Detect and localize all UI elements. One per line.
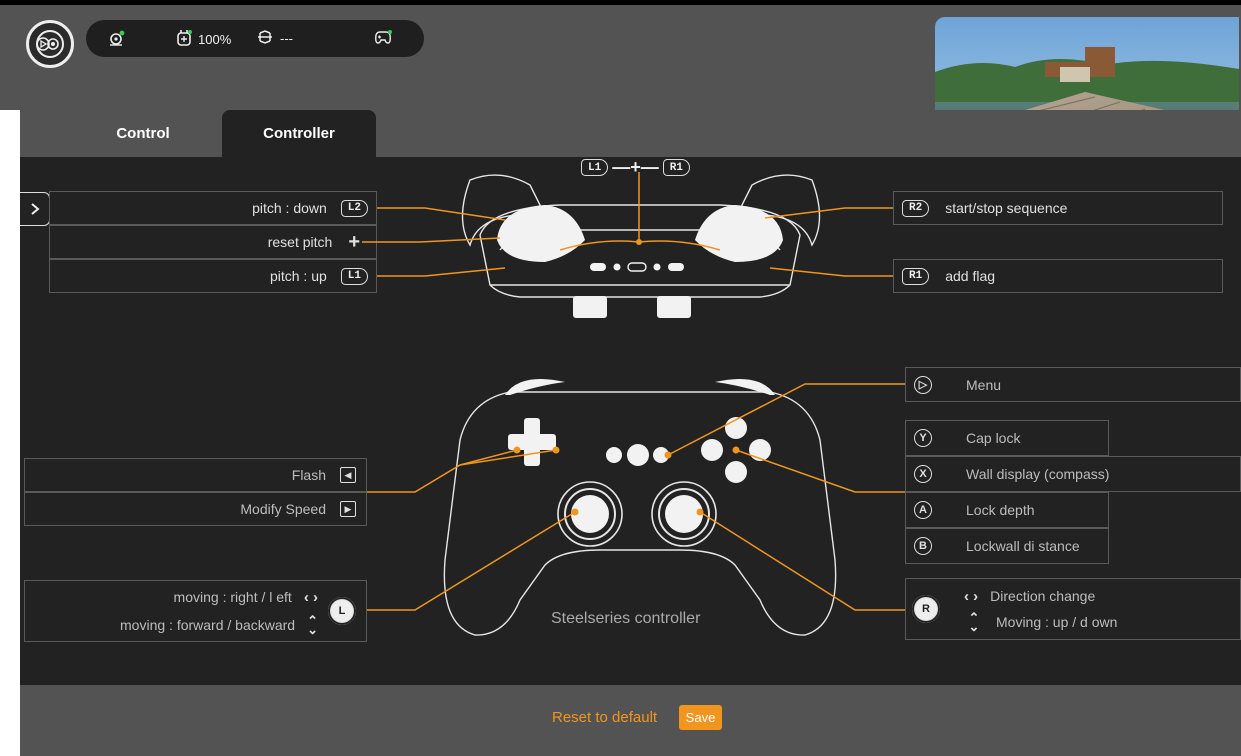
plus-icon: +	[348, 230, 360, 253]
save-button[interactable]: Save	[679, 705, 722, 730]
link-status: ---	[280, 31, 293, 46]
mapping-label: Menu	[966, 376, 1002, 393]
mapping-row-flash: Flash ◀	[24, 458, 367, 492]
dpad-right-icon: ▶	[340, 501, 356, 517]
mapping-row-right-stick: R ‹ › Direction change ⌃ ⌄ Moving : up / …	[905, 578, 1241, 640]
right-stick-icon: R	[912, 595, 940, 623]
controller-caption: Steelseries controller	[551, 610, 701, 627]
mapping-row-start-stop: R2 start/stop sequence	[893, 191, 1223, 225]
chevron-right-icon	[30, 203, 40, 215]
mapping-row-wall-display: X Wall display (compass)	[905, 456, 1241, 492]
window-edge	[0, 110, 20, 756]
mapping-label: moving : right / l eft	[173, 589, 292, 605]
battery-icon	[176, 29, 192, 50]
mapping-label: add flag	[945, 268, 996, 284]
mapping-label: Lock depth	[966, 502, 1035, 518]
mapping-row-left-stick: moving : right / l eft ‹ › moving : forw…	[24, 580, 367, 642]
sidebar-expand-button[interactable]	[20, 192, 50, 226]
reset-default-link[interactable]: Reset to default	[552, 709, 657, 726]
top-border	[0, 0, 1241, 5]
status-pill: 100% ---	[86, 20, 424, 57]
up-down-arrows-icon: ⌃ ⌄	[307, 612, 318, 637]
a-button-icon: A	[914, 501, 932, 519]
b-button-icon: B	[914, 537, 932, 555]
y-button-icon: Y	[914, 429, 932, 447]
plus-icon: —+—	[612, 157, 659, 177]
mapping-label: moving : forward / backward	[120, 616, 296, 633]
mapping-row-add-flag: R1 add flag	[893, 259, 1223, 293]
mapping-label: pitch : up	[269, 268, 327, 284]
mapping-label: start/stop sequence	[945, 200, 1068, 216]
gamepad-icon	[373, 29, 393, 45]
mapping-row-pitch-down: pitch : down L2	[49, 191, 377, 225]
left-right-arrows-icon: ‹ ›	[964, 587, 979, 605]
mapping-label: Modify Speed	[240, 501, 326, 517]
mapping-row-modify-speed: Modify Speed ▶	[24, 492, 367, 526]
mapping-row-pitch-up: pitch : up L1	[49, 259, 377, 293]
mapping-label: reset pitch	[267, 234, 333, 250]
mapping-row-reset-pitch: reset pitch +	[49, 225, 377, 259]
robot-status-icon	[108, 29, 126, 47]
logo-icon[interactable]	[26, 20, 74, 68]
l1-button-icon: L1	[340, 267, 368, 285]
r1-button-icon: R1	[662, 159, 690, 176]
mapping-label: Moving : up / d own	[996, 613, 1118, 630]
left-stick-icon: L	[328, 597, 356, 625]
menu-button-icon: ▷	[914, 375, 932, 394]
l1-button-icon: L1	[581, 159, 609, 176]
mapping-label: Wall display (compass)	[966, 466, 1110, 482]
mapping-label: pitch : down	[252, 200, 327, 216]
mapping-row-lock-depth: A Lock depth	[905, 492, 1109, 528]
left-right-arrows-icon: ‹ ›	[303, 588, 318, 606]
r1-button-icon: R1	[902, 267, 930, 285]
x-button-icon: X	[914, 465, 932, 483]
mapping-label: Direction change	[990, 588, 1096, 604]
battery-level: 100%	[198, 32, 232, 47]
mapping-label: Cap lock	[966, 430, 1021, 446]
mapping-row-cap-lock: Y Cap lock	[905, 420, 1109, 456]
tab-control[interactable]: Control	[66, 110, 220, 157]
dpad-left-icon: ◀	[340, 467, 356, 483]
l2-button-icon: L2	[340, 199, 368, 217]
mapping-row-menu: ▷ Menu	[905, 367, 1241, 402]
tab-controller[interactable]: Controller	[222, 110, 376, 157]
mapping-label: Lockwall di stance	[966, 538, 1080, 554]
combo-l1-r1: L1 —+— R1	[581, 157, 690, 178]
mapping-row-lockwall-distance: B Lockwall di stance	[905, 528, 1109, 564]
r2-button-icon: R2	[902, 199, 930, 217]
drone-link-icon	[256, 29, 274, 48]
mapping-label: Flash	[291, 467, 326, 483]
up-down-arrows-icon: ⌃ ⌄	[968, 609, 980, 634]
